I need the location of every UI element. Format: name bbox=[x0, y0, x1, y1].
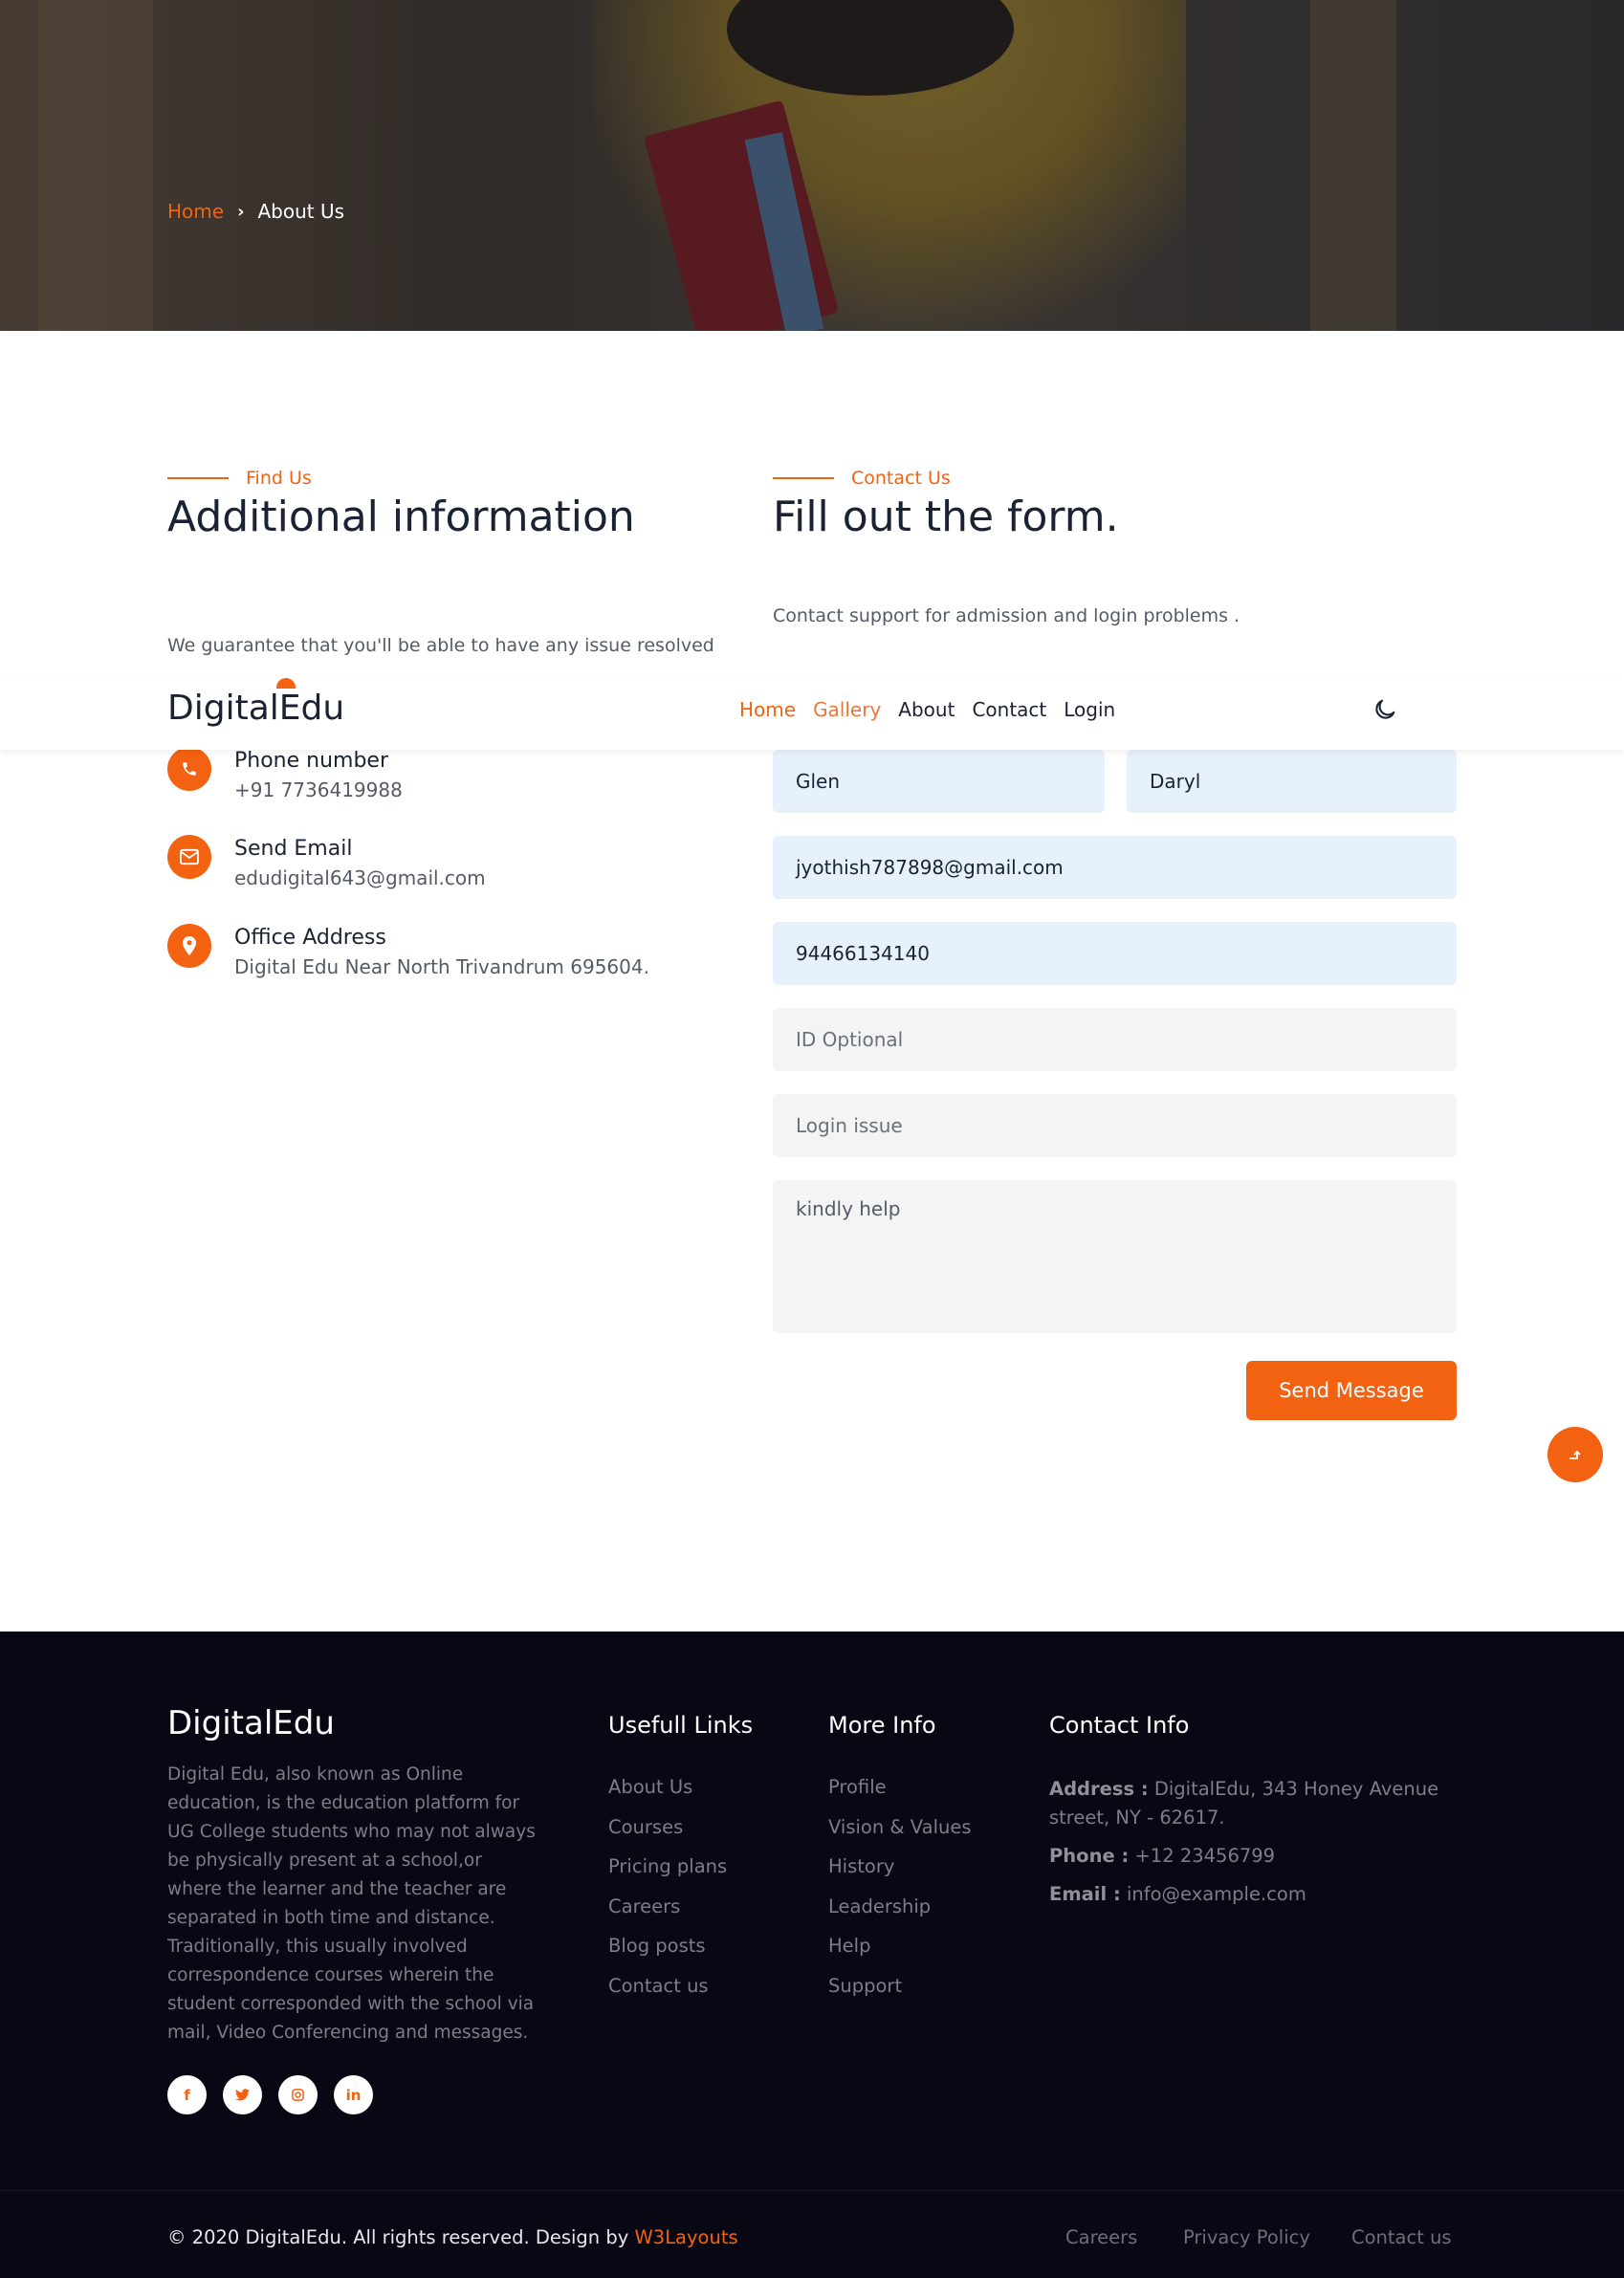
footer-link-contact[interactable]: Contact us bbox=[608, 1974, 727, 2000]
bottom-link-careers[interactable]: Careers bbox=[1065, 2226, 1137, 2248]
footer-link-courses[interactable]: Courses bbox=[608, 1815, 727, 1841]
arrow-up-icon bbox=[1569, 1450, 1581, 1459]
address-label: Address : bbox=[1049, 1778, 1149, 1800]
footer-logo[interactable]: DigitalEdu bbox=[167, 1704, 335, 1742]
message-textarea[interactable]: kindly help bbox=[773, 1180, 1457, 1333]
contact-item-title: Office Address bbox=[234, 926, 386, 950]
hero-overlay bbox=[0, 0, 1624, 331]
contact-item-address: Office Address Digital Edu Near North Tr… bbox=[167, 924, 649, 978]
bottom-link-privacy[interactable]: Privacy Policy bbox=[1183, 2226, 1310, 2248]
form-title: Fill out the form. bbox=[773, 493, 1119, 541]
contact-info-title: Contact Info bbox=[1049, 1712, 1190, 1739]
footer-link-pricing[interactable]: Pricing plans bbox=[608, 1854, 727, 1880]
more-info-list: Profile Vision & Values History Leadersh… bbox=[828, 1775, 972, 1999]
nav-link-about[interactable]: About bbox=[898, 698, 955, 721]
phone-input[interactable]: 94466134140 bbox=[773, 922, 1457, 985]
phone-value[interactable]: +12 23456799 bbox=[1134, 1845, 1275, 1867]
nav-links: Home Gallery About Contact Login bbox=[739, 698, 1115, 721]
footer-link-careers[interactable]: Careers bbox=[608, 1895, 727, 1920]
contact-item-title: Send Email bbox=[234, 837, 353, 861]
instagram-icon[interactable] bbox=[278, 2075, 318, 2114]
contact-us-label: Contact Us bbox=[851, 468, 951, 489]
moon-icon[interactable] bbox=[1372, 696, 1398, 723]
additional-info-text: We guarantee that you'll be able to have… bbox=[167, 635, 714, 656]
footer-link-support[interactable]: Support bbox=[828, 1974, 972, 2000]
logo[interactable]: DigitalEdu bbox=[167, 689, 344, 728]
nav-link-home[interactable]: Home bbox=[739, 698, 796, 721]
email-input[interactable]: jyothish787898@gmail.com bbox=[773, 836, 1457, 899]
logo-mark bbox=[276, 678, 296, 689]
eyebrow-line bbox=[773, 477, 834, 479]
contact-item-email: Send Email edudigital643@gmail.com bbox=[167, 835, 486, 889]
email-value[interactable]: info@example.com bbox=[1127, 1883, 1306, 1905]
footer-link-vision[interactable]: Vision & Values bbox=[828, 1815, 972, 1841]
twitter-icon[interactable] bbox=[223, 2075, 262, 2114]
email-label: Email : bbox=[1049, 1883, 1121, 1905]
breadcrumb-home-link[interactable]: Home bbox=[167, 200, 224, 223]
contact-us-eyebrow: Contact Us bbox=[773, 468, 951, 489]
nav-link-gallery[interactable]: Gallery bbox=[813, 698, 881, 721]
contact-item-value: +91 7736419988 bbox=[234, 778, 403, 801]
footer-link-about-us[interactable]: About Us bbox=[608, 1775, 727, 1801]
useful-links-title: Usefull Links bbox=[608, 1712, 754, 1739]
find-us-label: Find Us bbox=[246, 468, 312, 489]
copyright-text: © 2020 DigitalEdu. All rights reserved. … bbox=[167, 2226, 629, 2248]
contact-item-value: Digital Edu Near North Trivandrum 695604… bbox=[234, 955, 649, 978]
footer-link-history[interactable]: History bbox=[828, 1854, 972, 1880]
nav-link-contact[interactable]: Contact bbox=[972, 698, 1046, 721]
eyebrow-line bbox=[167, 477, 229, 479]
footer-link-blog[interactable]: Blog posts bbox=[608, 1934, 727, 1960]
contact-item-title: Phone number bbox=[234, 749, 389, 773]
footer-about-text: Digital Edu, also known as Online educat… bbox=[167, 1764, 536, 2043]
nav-link-login[interactable]: Login bbox=[1064, 698, 1115, 721]
social-links: f in bbox=[167, 2075, 373, 2114]
id-input[interactable]: ID Optional bbox=[773, 1008, 1457, 1071]
designer-credit-link[interactable]: W3Layouts bbox=[635, 2226, 738, 2248]
footer-link-leadership[interactable]: Leadership bbox=[828, 1895, 972, 1920]
phone-icon bbox=[167, 747, 211, 791]
phone-label: Phone : bbox=[1049, 1845, 1130, 1867]
breadcrumb: Home › About Us bbox=[167, 200, 344, 223]
contact-item-value: edudigital643@gmail.com bbox=[234, 866, 486, 889]
last-name-input[interactable]: Daryl bbox=[1127, 750, 1457, 813]
footer: DigitalEdu Digital Edu, also known as On… bbox=[0, 1632, 1624, 2278]
find-us-eyebrow: Find Us bbox=[167, 468, 312, 489]
facebook-icon[interactable]: f bbox=[167, 2075, 207, 2114]
linkedin-icon[interactable]: in bbox=[334, 2075, 373, 2114]
subject-input[interactable]: Login issue bbox=[773, 1094, 1457, 1157]
form-subtitle: Contact support for admission and login … bbox=[773, 605, 1240, 626]
hero-banner: Home › About Us bbox=[0, 0, 1624, 331]
footer-divider bbox=[0, 2190, 1624, 2191]
map-pin-icon bbox=[167, 924, 211, 968]
bottom-link-contact[interactable]: Contact us bbox=[1351, 2226, 1452, 2248]
scroll-to-top-button[interactable] bbox=[1547, 1427, 1603, 1482]
chevron-right-icon: › bbox=[237, 201, 245, 222]
footer-link-help[interactable]: Help bbox=[828, 1934, 972, 1960]
footer-link-profile[interactable]: Profile bbox=[828, 1775, 972, 1801]
contact-item-phone: Phone number +91 7736419988 bbox=[167, 747, 403, 801]
useful-links-list: About Us Courses Pricing plans Careers B… bbox=[608, 1775, 727, 1999]
first-name-input[interactable]: Glen bbox=[773, 750, 1105, 813]
send-message-button[interactable]: Send Message bbox=[1246, 1361, 1457, 1420]
navbar: DigitalEdu Home Gallery About Contact Lo… bbox=[0, 675, 1624, 750]
contact-info-block: Address : DigitalEdu, 343 Honey Avenue s… bbox=[1049, 1775, 1470, 1918]
breadcrumb-current: About Us bbox=[257, 200, 345, 223]
more-info-title: More Info bbox=[828, 1712, 936, 1739]
copyright: © 2020 DigitalEdu. All rights reserved. … bbox=[167, 2226, 738, 2248]
additional-info-title: Additional information bbox=[167, 493, 635, 541]
envelope-icon bbox=[167, 835, 211, 879]
